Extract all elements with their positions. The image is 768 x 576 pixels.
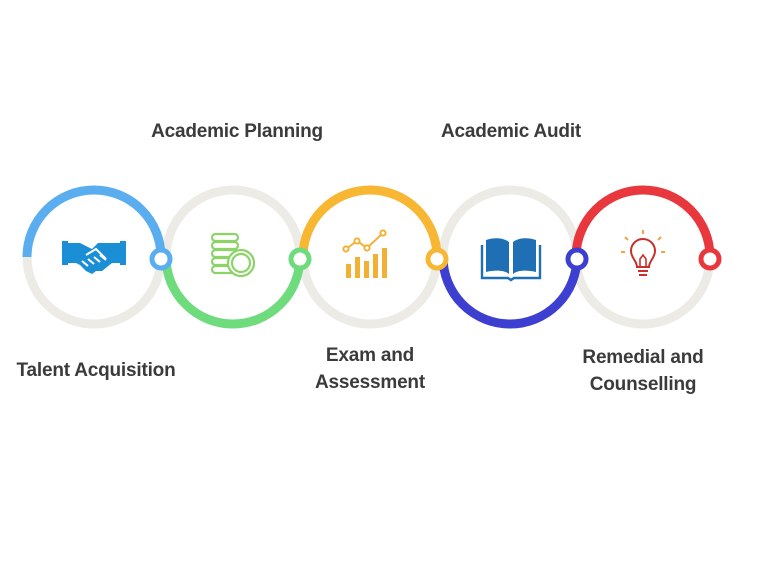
knob-academic-planning xyxy=(288,247,312,271)
label-talent-acquisition-line-1: Talent Acquisition xyxy=(16,360,176,381)
arc-academic-audit xyxy=(438,256,582,329)
label-remedial-and-counselling-line-1: Remedial and xyxy=(582,347,704,368)
label-academic-planning-line-1: Academic Planning xyxy=(151,121,323,142)
book-icon xyxy=(480,238,542,282)
label-academic-audit: Academic Audit xyxy=(426,118,596,145)
knob-academic-audit xyxy=(565,247,589,271)
process-diagram-graphic xyxy=(22,185,722,329)
lightbulb-icon xyxy=(621,230,665,276)
knob-remedial-and-counselling xyxy=(698,247,722,271)
arc-talent-acquisition xyxy=(22,185,166,258)
knob-talent-acquisition xyxy=(149,247,173,271)
label-remedial-and-counselling: Remedial and Counselling xyxy=(568,344,718,398)
label-academic-audit-line-1: Academic Audit xyxy=(440,121,582,142)
bar-chart-icon xyxy=(342,229,387,278)
label-talent-acquisition: Talent Acquisition xyxy=(6,357,186,384)
base-rings xyxy=(22,185,715,329)
label-academic-planning: Academic Planning xyxy=(142,118,332,145)
label-remedial-and-counselling-line-2: Counselling xyxy=(589,374,697,395)
knob-exam-and-assessment xyxy=(425,247,449,271)
label-exam-and-assessment-line-1: Exam and xyxy=(325,345,415,366)
label-exam-and-assessment-line-2: Assessment xyxy=(315,372,425,393)
label-exam-and-assessment: Exam and Assessment xyxy=(300,342,440,396)
coins-icon xyxy=(210,232,256,278)
process-diagram: Academic Planning Academic Audit Talent … xyxy=(0,0,768,576)
arc-remedial-and-counselling xyxy=(571,185,715,258)
handshake-icon xyxy=(62,241,126,274)
colored-arcs xyxy=(22,185,715,329)
